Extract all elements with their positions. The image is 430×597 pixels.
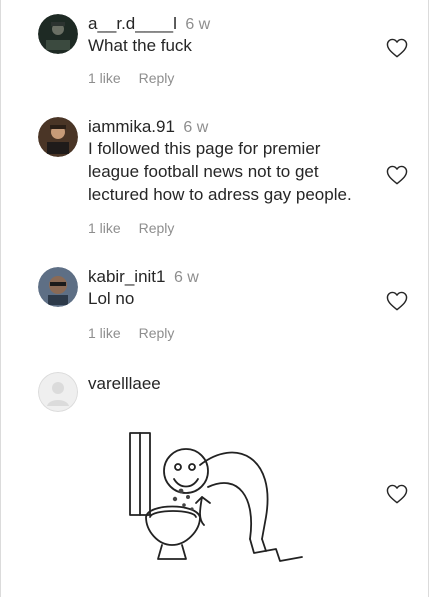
avatar[interactable] [38, 117, 78, 157]
heart-icon[interactable] [386, 291, 408, 311]
comment-text: Lol no [88, 289, 135, 308]
heart-icon[interactable] [386, 38, 408, 58]
reply-button[interactable]: Reply [139, 70, 175, 86]
comment-4: varelllaee [38, 372, 430, 597]
like-count[interactable]: 1 like [88, 220, 121, 236]
like-count[interactable]: 1 like [88, 325, 121, 341]
avatar[interactable] [38, 267, 78, 307]
heart-icon[interactable] [386, 165, 408, 185]
reply-button[interactable]: Reply [139, 325, 175, 341]
comment-time: 6 w [185, 16, 211, 33]
comment-text: What the fuck [88, 36, 192, 55]
comment-2: iammika.91 6 w I followed this page for … [38, 117, 430, 247]
comment-time: 6 w [173, 269, 199, 286]
comment-username[interactable]: a__r.d____l [88, 14, 177, 33]
heart-icon[interactable] [386, 484, 408, 504]
comment-username[interactable]: varelllaee [88, 374, 161, 393]
meme-image [129, 432, 303, 562]
avatar-placeholder[interactable] [38, 372, 78, 412]
like-count[interactable]: 1 like [88, 70, 121, 86]
comment-3: kabir_init1 6 w Lol no 1 like Reply [38, 267, 430, 347]
comment-username[interactable]: kabir_init1 [88, 267, 166, 286]
comment-text: I followed this page for premier league … [88, 139, 352, 204]
comment-time: 6 w [183, 119, 209, 136]
comment-username[interactable]: iammika.91 [88, 117, 175, 136]
reply-button[interactable]: Reply [139, 220, 175, 236]
comment-1: a__r.d____l 6 w What the fuck 1 like Rep… [38, 14, 430, 94]
avatar[interactable] [38, 14, 78, 54]
